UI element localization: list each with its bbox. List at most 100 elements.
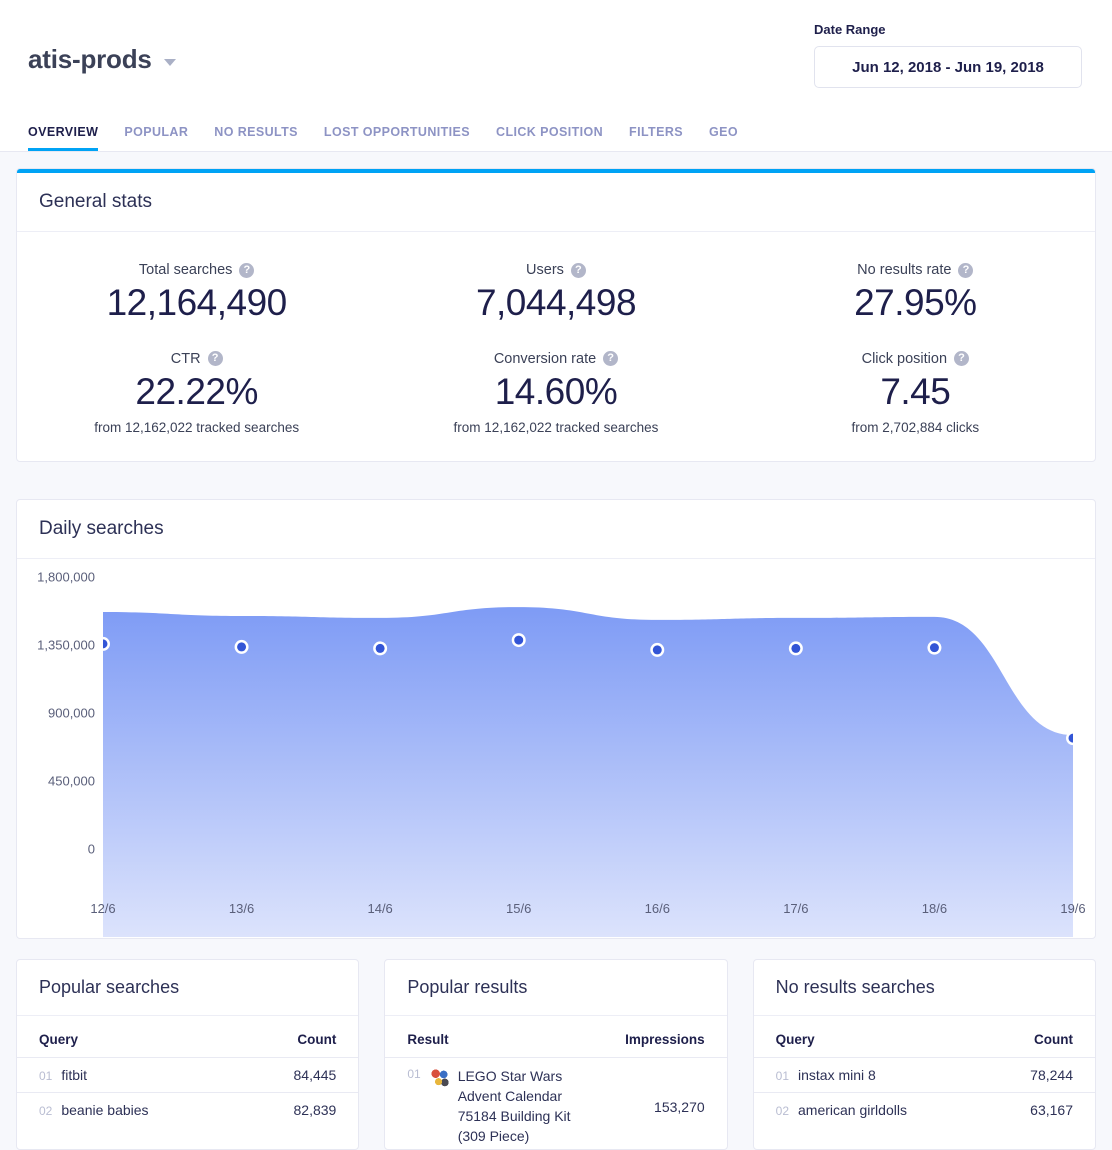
query-cell: 01 instax mini 8 xyxy=(753,1057,982,1093)
data-point-dot[interactable] xyxy=(514,635,524,645)
row-rank: 01 xyxy=(407,1067,421,1081)
top-bar: atis-prods Date Range Jun 12, 2018 - Jun… xyxy=(0,0,1112,152)
result-content: 01 LEGO Star Wars Advent Calendar 75184 … xyxy=(407,1067,581,1147)
stat-label: No results rate ? xyxy=(746,262,1085,278)
column-header-count: Count xyxy=(297,1032,337,1047)
daily-searches-card: Daily searches 1,800,000 1,350,000 900,000… xyxy=(16,499,1096,939)
result-cell: 01 LEGO Star Wars Advent Calendar 75184 … xyxy=(385,1057,604,1149)
data-point-dot[interactable] xyxy=(929,643,939,653)
stat-value: 12,164,490 xyxy=(106,282,288,323)
row-rank: 01 xyxy=(39,1069,53,1083)
stat-value: 14.60% xyxy=(494,370,618,412)
table-header-row: Query Count xyxy=(754,1016,1095,1058)
help-icon[interactable]: ? xyxy=(958,262,974,278)
x-axis-tick-label: 15/6 xyxy=(506,901,532,916)
help-icon[interactable]: ? xyxy=(954,351,970,367)
chart-x-axis: 12/6 13/6 14/6 15/6 16/6 17/6 18/6 19/6 xyxy=(90,901,1085,919)
count-cell: 84,445 xyxy=(235,1057,359,1093)
popular-searches-title: Popular searches xyxy=(17,960,359,1016)
stats-row-spacer xyxy=(17,325,376,343)
query-text: beanie babies xyxy=(61,1102,149,1118)
query-cell: 02 american girldolls xyxy=(753,1092,982,1127)
x-axis-tick-label: 16/6 xyxy=(644,901,670,916)
popular-results-title: Popular results xyxy=(385,960,727,1016)
help-icon[interactable]: ? xyxy=(239,262,255,278)
count-cell: 82,839 xyxy=(235,1092,359,1127)
bottom-cards-row: Popular searches Query Count 01 fitbit 84… xyxy=(16,959,1096,1150)
data-point-dot[interactable] xyxy=(375,643,385,653)
y-axis-tick-label: 1,800,000 xyxy=(37,569,95,585)
row-rank: 02 xyxy=(775,1104,790,1118)
dashboard-page: atis-prods Date Range Jun 12, 2018 - Jun… xyxy=(0,0,1112,1150)
data-point-dot[interactable] xyxy=(791,643,801,653)
row-rank: 01 xyxy=(775,1069,790,1083)
stat-subtext: from 12,162,022 tracked searches xyxy=(453,420,659,436)
query-text: instax mini 8 xyxy=(798,1067,876,1083)
stat-total-searches: Total searches ? 12,164,490 xyxy=(17,254,376,325)
table-row[interactable]: 02 american girldolls 63,167 xyxy=(753,1092,1095,1127)
x-axis-tick-label: 18/6 xyxy=(921,901,948,916)
nav-tabs: OVERVIEW POPULAR NO RESULTS LOST OPPORTU… xyxy=(28,125,738,151)
result-title: LEGO Star Wars Advent Calendar 75184 Bui… xyxy=(457,1068,571,1144)
stat-label-text: Click position xyxy=(861,350,948,367)
table-header-row: Result Impressions xyxy=(385,1016,726,1058)
data-point-dot[interactable] xyxy=(652,645,662,655)
table-row[interactable]: 02 beanie babies 82,839 xyxy=(17,1092,359,1127)
impressions-cell: 153,270 xyxy=(603,1057,727,1149)
general-stats-card: General stats Total searches ? 12,164,49… xyxy=(16,168,1096,463)
stat-label: Conversion rate ? xyxy=(386,351,725,367)
count-cell: 78,244 xyxy=(981,1057,1095,1093)
chevron-down-icon[interactable] xyxy=(163,58,176,66)
no-results-searches-table: Query Count 01 instax mini 8 78,244 02 ame… xyxy=(753,1016,1095,1127)
x-axis-tick-label: 14/6 xyxy=(367,901,393,916)
popular-searches-card: Popular searches Query Count 01 fitbit 84… xyxy=(16,959,360,1150)
help-icon[interactable]: ? xyxy=(570,262,586,278)
stat-label: Users ? xyxy=(386,262,725,278)
stat-label-text: Total searches xyxy=(138,262,233,278)
help-icon[interactable]: ? xyxy=(603,351,619,367)
x-axis-tick-label: 13/6 xyxy=(228,901,255,916)
chart-markers-layer xyxy=(103,633,1073,746)
x-axis-tick-label: 19/6 xyxy=(1060,901,1086,916)
stat-users: Users ? 7,044,498 xyxy=(376,254,735,325)
table-row[interactable]: 01 LEGO Star Wars Advent Calendar 75184 … xyxy=(385,1057,727,1149)
stat-label: Total searches ? xyxy=(27,262,366,278)
tab-lost-opportunities[interactable]: LOST OPPORTUNITIES xyxy=(324,125,470,151)
stat-value: 27.95% xyxy=(854,282,977,323)
no-results-searches-card: No results searches Query Count 01 instax… xyxy=(752,959,1096,1150)
app-selector[interactable]: atis-prods xyxy=(28,44,176,75)
date-range-label: Date Range xyxy=(814,22,886,37)
daily-searches-title: Daily searches xyxy=(17,500,1095,559)
stat-value: 22.22% xyxy=(135,370,258,412)
tab-overview[interactable]: OVERVIEW xyxy=(28,125,99,151)
chart-plot-area xyxy=(103,559,1073,937)
y-axis-tick-label: 900,000 xyxy=(48,705,95,721)
general-stats-grid: Total searches ? 12,164,490 Users ? 7,04… xyxy=(17,232,1095,461)
stats-row-spacer xyxy=(736,325,1095,343)
stat-label-text: Users xyxy=(526,262,564,278)
data-point-dot[interactable] xyxy=(237,642,247,652)
column-header-impressions: Impressions xyxy=(625,1032,705,1047)
tab-click-position[interactable]: CLICK POSITION xyxy=(496,125,603,151)
table-row[interactable]: 01 instax mini 8 78,244 xyxy=(753,1057,1095,1093)
date-range-input[interactable]: Jun 12, 2018 - Jun 19, 2018 xyxy=(814,46,1082,88)
popular-searches-table: Query Count 01 fitbit 84,445 02 beanie bab… xyxy=(17,1016,359,1127)
stat-value: 7,044,498 xyxy=(475,282,637,323)
table-row[interactable]: 01 fitbit 84,445 xyxy=(17,1057,359,1093)
query-text: american girldolls xyxy=(798,1102,907,1118)
table-header-row: Query Count xyxy=(17,1016,358,1058)
stat-label-text: No results rate xyxy=(857,262,952,278)
stat-click-position: Click position ? 7.45 from 2,702,884 cli… xyxy=(736,343,1095,436)
tab-filters[interactable]: FILTERS xyxy=(629,125,683,151)
y-axis-tick-label: 1,350,000 xyxy=(37,637,95,653)
query-cell: 02 beanie babies xyxy=(17,1092,236,1127)
stat-subtext: from 12,162,022 tracked searches xyxy=(94,420,300,436)
tab-geo[interactable]: GEO xyxy=(709,125,738,151)
query-cell: 01 fitbit xyxy=(17,1057,236,1093)
tab-popular[interactable]: POPULAR xyxy=(124,125,188,151)
stat-subtext: from 2,702,884 clicks xyxy=(851,420,980,436)
tab-no-results[interactable]: NO RESULTS xyxy=(214,125,298,151)
help-icon[interactable]: ? xyxy=(207,351,223,367)
stat-value: 7.45 xyxy=(880,370,951,412)
count-cell: 63,167 xyxy=(981,1092,1095,1127)
